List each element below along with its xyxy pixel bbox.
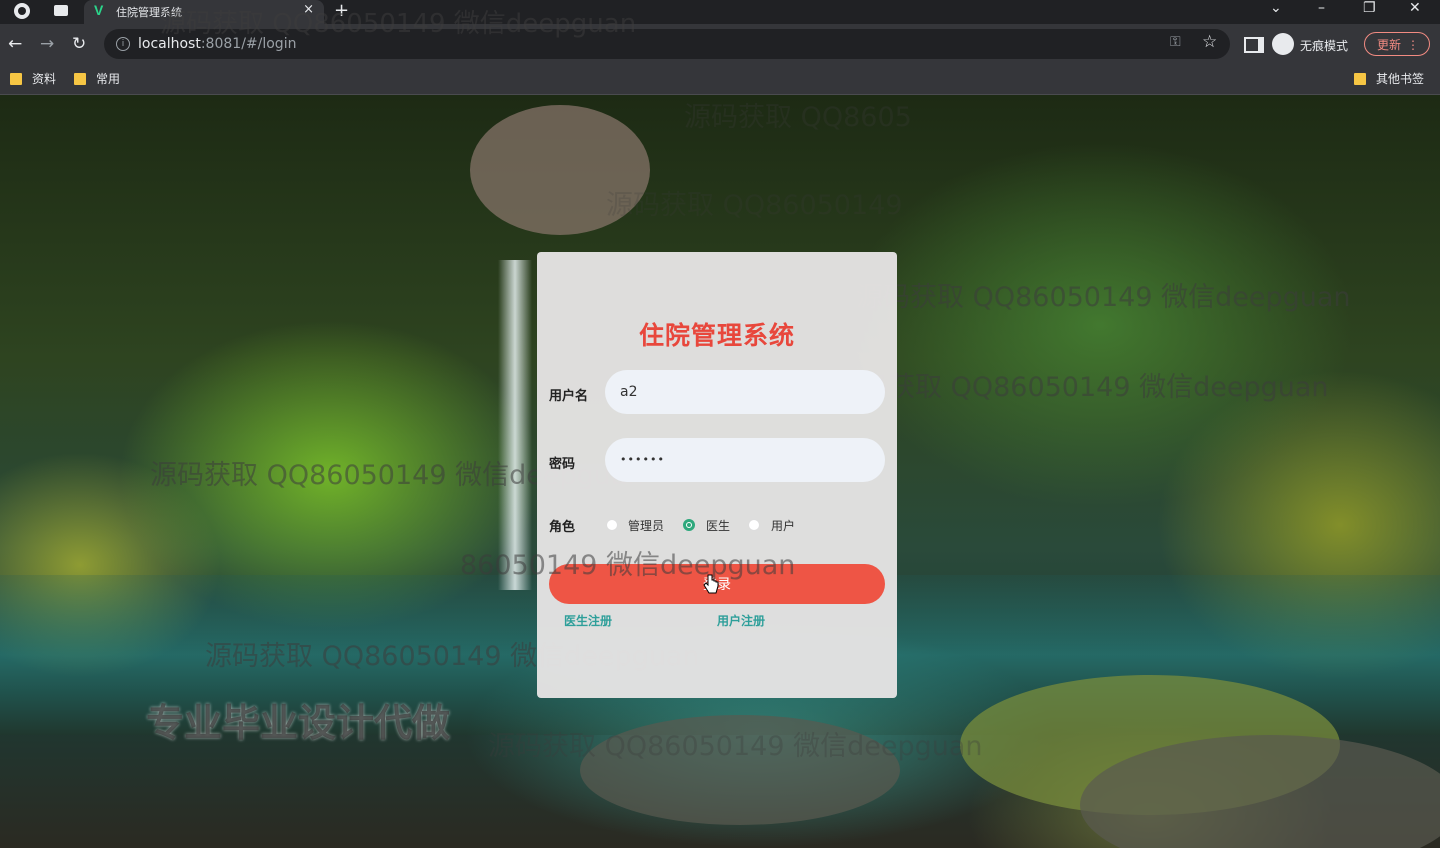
folder-icon xyxy=(1354,73,1366,85)
slogan-watermark: 专业毕业设计代做 xyxy=(146,701,451,745)
role-option-label[interactable]: 管理员 xyxy=(628,517,664,534)
incognito-label: 无痕模式 xyxy=(1300,39,1349,53)
back-icon[interactable]: ← xyxy=(8,34,22,54)
username-label: 用户名 xyxy=(549,389,589,404)
folder-icon xyxy=(10,73,22,85)
tab-search-icon[interactable]: ⌄ xyxy=(1270,0,1282,16)
watermark-text: 源码获取 QQ8605 xyxy=(684,102,912,133)
password-label: 密码 xyxy=(549,457,576,472)
bookmark-folder-changyong[interactable]: 常用 xyxy=(74,70,120,87)
watermark-text: 源码获取 QQ86050149 xyxy=(606,190,903,221)
bookmark-star-icon[interactable]: ☆ xyxy=(1202,32,1217,52)
role-radio-user[interactable] xyxy=(748,519,760,531)
watermark-text: 源码获取 QQ86050149 微信deepguan xyxy=(160,9,637,39)
key-icon[interactable]: ⚿ xyxy=(1170,34,1181,50)
restore-button[interactable]: ❐ xyxy=(1363,0,1376,16)
hand-cursor-icon xyxy=(703,574,719,594)
tab-overview-icon[interactable] xyxy=(54,5,68,16)
minimize-button[interactable]: – xyxy=(1318,0,1325,16)
forward-icon[interactable]: → xyxy=(40,34,54,54)
page-title: 住院管理系统 xyxy=(638,321,795,350)
menu-dots-icon[interactable]: ⋮ xyxy=(1407,33,1419,57)
username-input[interactable] xyxy=(605,370,885,414)
update-button[interactable]: 更新 ⋮ xyxy=(1364,32,1430,56)
side-panel-icon[interactable] xyxy=(1244,37,1264,53)
password-input[interactable]: •••••• xyxy=(605,438,885,482)
vue-favicon-icon: V xyxy=(94,2,104,18)
user-register-link[interactable]: 用户注册 xyxy=(717,612,765,629)
update-label: 更新 xyxy=(1377,38,1402,52)
other-bookmarks-folder[interactable]: 其他书签 xyxy=(1354,70,1424,87)
role-option-label[interactable]: 医生 xyxy=(706,517,730,534)
watermark-text: 源码获取 QQ86050149 微信deepguan xyxy=(834,372,1329,403)
bookmark-label: 资料 xyxy=(32,72,57,86)
bookmarks-bar: 资料 常用 其他书签 xyxy=(0,64,1440,95)
bookmark-folder-ziliao[interactable]: 资料 xyxy=(10,70,56,87)
role-radio-admin[interactable] xyxy=(606,519,618,531)
watermark-text: 86050149 微信deepguan xyxy=(460,550,796,581)
close-window-button[interactable]: ✕ xyxy=(1409,0,1421,16)
watermark-text: 源码获取 QQ86050149 微信deepguan xyxy=(488,731,983,762)
folder-icon xyxy=(74,73,86,85)
incognito-icon[interactable] xyxy=(1272,33,1294,55)
doctor-register-link[interactable]: 医生注册 xyxy=(564,612,612,629)
watermark-text: 源码获取 QQ86050149 微信deepguan xyxy=(856,282,1351,313)
globe-icon[interactable] xyxy=(14,3,30,19)
reload-icon[interactable]: ↻ xyxy=(72,34,86,54)
bookmark-label: 常用 xyxy=(96,72,121,86)
role-label: 角色 xyxy=(549,520,576,535)
waterfall xyxy=(498,260,532,590)
other-bookmarks-label: 其他书签 xyxy=(1376,72,1425,86)
login-card: 住院管理系统 用户名 密码 •••••• 角色 管理员 医生 用户 登录 医生注… xyxy=(537,252,897,698)
role-radio-doctor[interactable] xyxy=(683,519,695,531)
site-info-icon[interactable]: i xyxy=(116,37,130,51)
role-option-label[interactable]: 用户 xyxy=(771,517,795,534)
